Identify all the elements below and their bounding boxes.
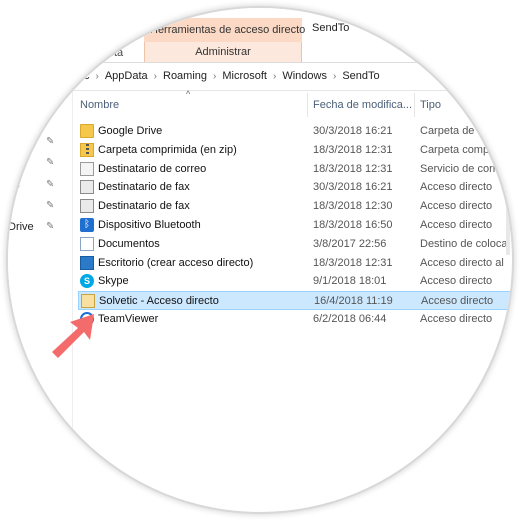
fax-icon <box>80 180 94 195</box>
ribbon-divider <box>8 62 512 63</box>
folder-icon <box>80 124 94 138</box>
chevron-right-icon: › <box>213 70 217 82</box>
file-type: Acceso directo <box>420 200 493 213</box>
nav-item-label[interactable]: os <box>8 179 20 191</box>
table-row[interactable]: ᛒ Dispositivo Bluetooth 18/3/2018 16:50 Acc… <box>78 216 512 235</box>
file-date: 30/3/2018 16:21 <box>313 181 393 194</box>
file-date: 18/3/2018 12:31 <box>313 256 393 269</box>
file-name: TeamViewer <box>98 313 159 325</box>
chevron-right-icon: › <box>153 70 157 82</box>
file-type: Servicio de corre <box>420 162 503 175</box>
table-row[interactable]: TeamViewer 6/2/2018 06:44 Acceso directo <box>78 310 512 329</box>
file-date: 18/3/2018 12:30 <box>313 200 393 213</box>
solvetic-icon <box>81 294 95 309</box>
table-row[interactable]: Escritorio (crear acceso directo) 18/3/20… <box>78 254 512 273</box>
file-type: Acceso directo al <box>420 256 504 269</box>
table-row[interactable]: S Skype 9/1/2018 18:01 Acceso directo <box>78 272 512 291</box>
column-header-name[interactable]: Nombre <box>80 93 119 117</box>
file-date: 3/8/2017 22:56 <box>313 237 387 250</box>
breadcrumb-item[interactable]: Roaming <box>159 70 211 82</box>
address-bar[interactable]: c › AppData › Roaming › Microsoft › Wind… <box>8 64 512 91</box>
column-header-type[interactable]: Tipo <box>420 93 441 117</box>
file-date: 18/3/2018 12:31 <box>313 143 393 156</box>
bluetooth-icon: ᛒ <box>80 218 94 232</box>
contextual-tab-header: Herramientas de acceso directo <box>144 18 305 42</box>
nav-item-label[interactable]: s <box>8 307 14 319</box>
magnified-view: Herramientas de acceso directo SendTo is… <box>0 0 520 520</box>
navigation-pane <box>8 92 73 512</box>
file-type: Acceso directo <box>420 275 493 288</box>
documents-icon <box>80 236 94 251</box>
file-date: 30/3/2018 16:21 <box>313 125 393 137</box>
file-name: Carpeta comprimida (en zip) <box>98 143 237 156</box>
file-name: Documentos <box>98 237 160 250</box>
breadcrumb-item[interactable]: SendTo <box>338 70 383 82</box>
explorer-window: Herramientas de acceso directo SendTo is… <box>8 8 512 512</box>
tab-administrar[interactable]: Administrar <box>144 42 302 62</box>
pin-icon[interactable]: ✎ <box>46 136 56 148</box>
table-row-selected[interactable]: Solvetic - Acceso directo 16/4/2018 11:19… <box>78 291 512 311</box>
file-date: 6/2/2018 06:44 <box>313 313 387 325</box>
pin-icon[interactable]: ✎ <box>46 221 56 233</box>
file-name: Skype <box>98 275 129 288</box>
file-name: Google Drive <box>98 125 163 137</box>
file-date: 16/4/2018 11:19 <box>314 295 393 308</box>
file-date: 18/3/2018 16:50 <box>313 219 393 231</box>
breadcrumb-item[interactable]: c <box>80 70 94 82</box>
file-type: Acceso directo <box>420 313 493 325</box>
table-row[interactable]: Carpeta comprimida (en zip) 18/3/2018 12:… <box>78 141 512 160</box>
file-type: Acceso directo <box>421 295 494 308</box>
file-date: 18/3/2018 12:31 <box>313 162 393 175</box>
pin-icon[interactable]: ✎ <box>46 179 56 191</box>
column-divider[interactable] <box>307 93 308 117</box>
breadcrumb-item[interactable]: AppData <box>101 70 152 82</box>
table-row[interactable]: Destinatario de correo 18/3/2018 12:31 Ser… <box>78 160 512 179</box>
file-date: 9/1/2018 18:01 <box>313 275 387 288</box>
desktop-icon <box>80 255 94 270</box>
file-name: Destinatario de fax <box>98 181 190 194</box>
file-type: Acceso directo <box>420 219 493 231</box>
file-type: Acceso directo <box>420 181 493 194</box>
mail-icon <box>80 161 94 176</box>
window-title: SendTo <box>312 22 350 34</box>
magnifier-circle: Herramientas de acceso directo SendTo is… <box>8 8 512 512</box>
column-divider[interactable] <box>414 93 415 117</box>
zip-folder-icon <box>80 142 94 157</box>
table-row[interactable]: Destinatario de fax 18/3/2018 12:30 Acceso… <box>78 197 512 216</box>
file-name: Escritorio (crear acceso directo) <box>98 256 254 269</box>
table-row[interactable]: Google Drive 30/3/2018 16:21 Carpeta de a <box>78 122 512 141</box>
chevron-right-icon: › <box>332 70 337 82</box>
pin-icon[interactable]: ✎ <box>46 200 56 212</box>
table-row[interactable]: Destinatario de fax 30/3/2018 16:21 Acceso… <box>78 178 512 197</box>
nav-item-label[interactable]: Drive <box>8 221 34 233</box>
breadcrumb: c › AppData › Roaming › Microsoft › Wind… <box>80 70 384 82</box>
sort-ascending-icon: ^ <box>186 89 191 99</box>
breadcrumb-item[interactable]: Microsoft <box>218 70 271 82</box>
file-name: Destinatario de fax <box>98 200 190 213</box>
scrollbar[interactable] <box>505 95 511 255</box>
pointer-arrow-icon <box>52 314 94 358</box>
file-type: Carpeta de a <box>420 125 484 137</box>
chevron-right-icon: › <box>273 70 277 82</box>
column-header-date[interactable]: Fecha de modifica... <box>313 93 412 117</box>
fax-icon <box>80 199 94 214</box>
skype-icon: S <box>80 274 94 289</box>
breadcrumb-item[interactable]: Windows <box>278 70 331 82</box>
file-name: Dispositivo Bluetooth <box>98 219 201 231</box>
tab-vista[interactable]: ista <box>106 47 123 59</box>
file-name: Solvetic - Acceso directo <box>99 295 219 308</box>
file-name: Destinatario de correo <box>98 162 207 175</box>
table-row[interactable]: Documentos 3/8/2017 22:56 Destino de coloc… <box>78 235 512 254</box>
file-type: Destino de coloca <box>420 237 508 250</box>
pin-icon[interactable]: ✎ <box>46 157 56 169</box>
chevron-right-icon: › <box>95 70 99 82</box>
file-type: Carpeta comp <box>420 143 490 156</box>
